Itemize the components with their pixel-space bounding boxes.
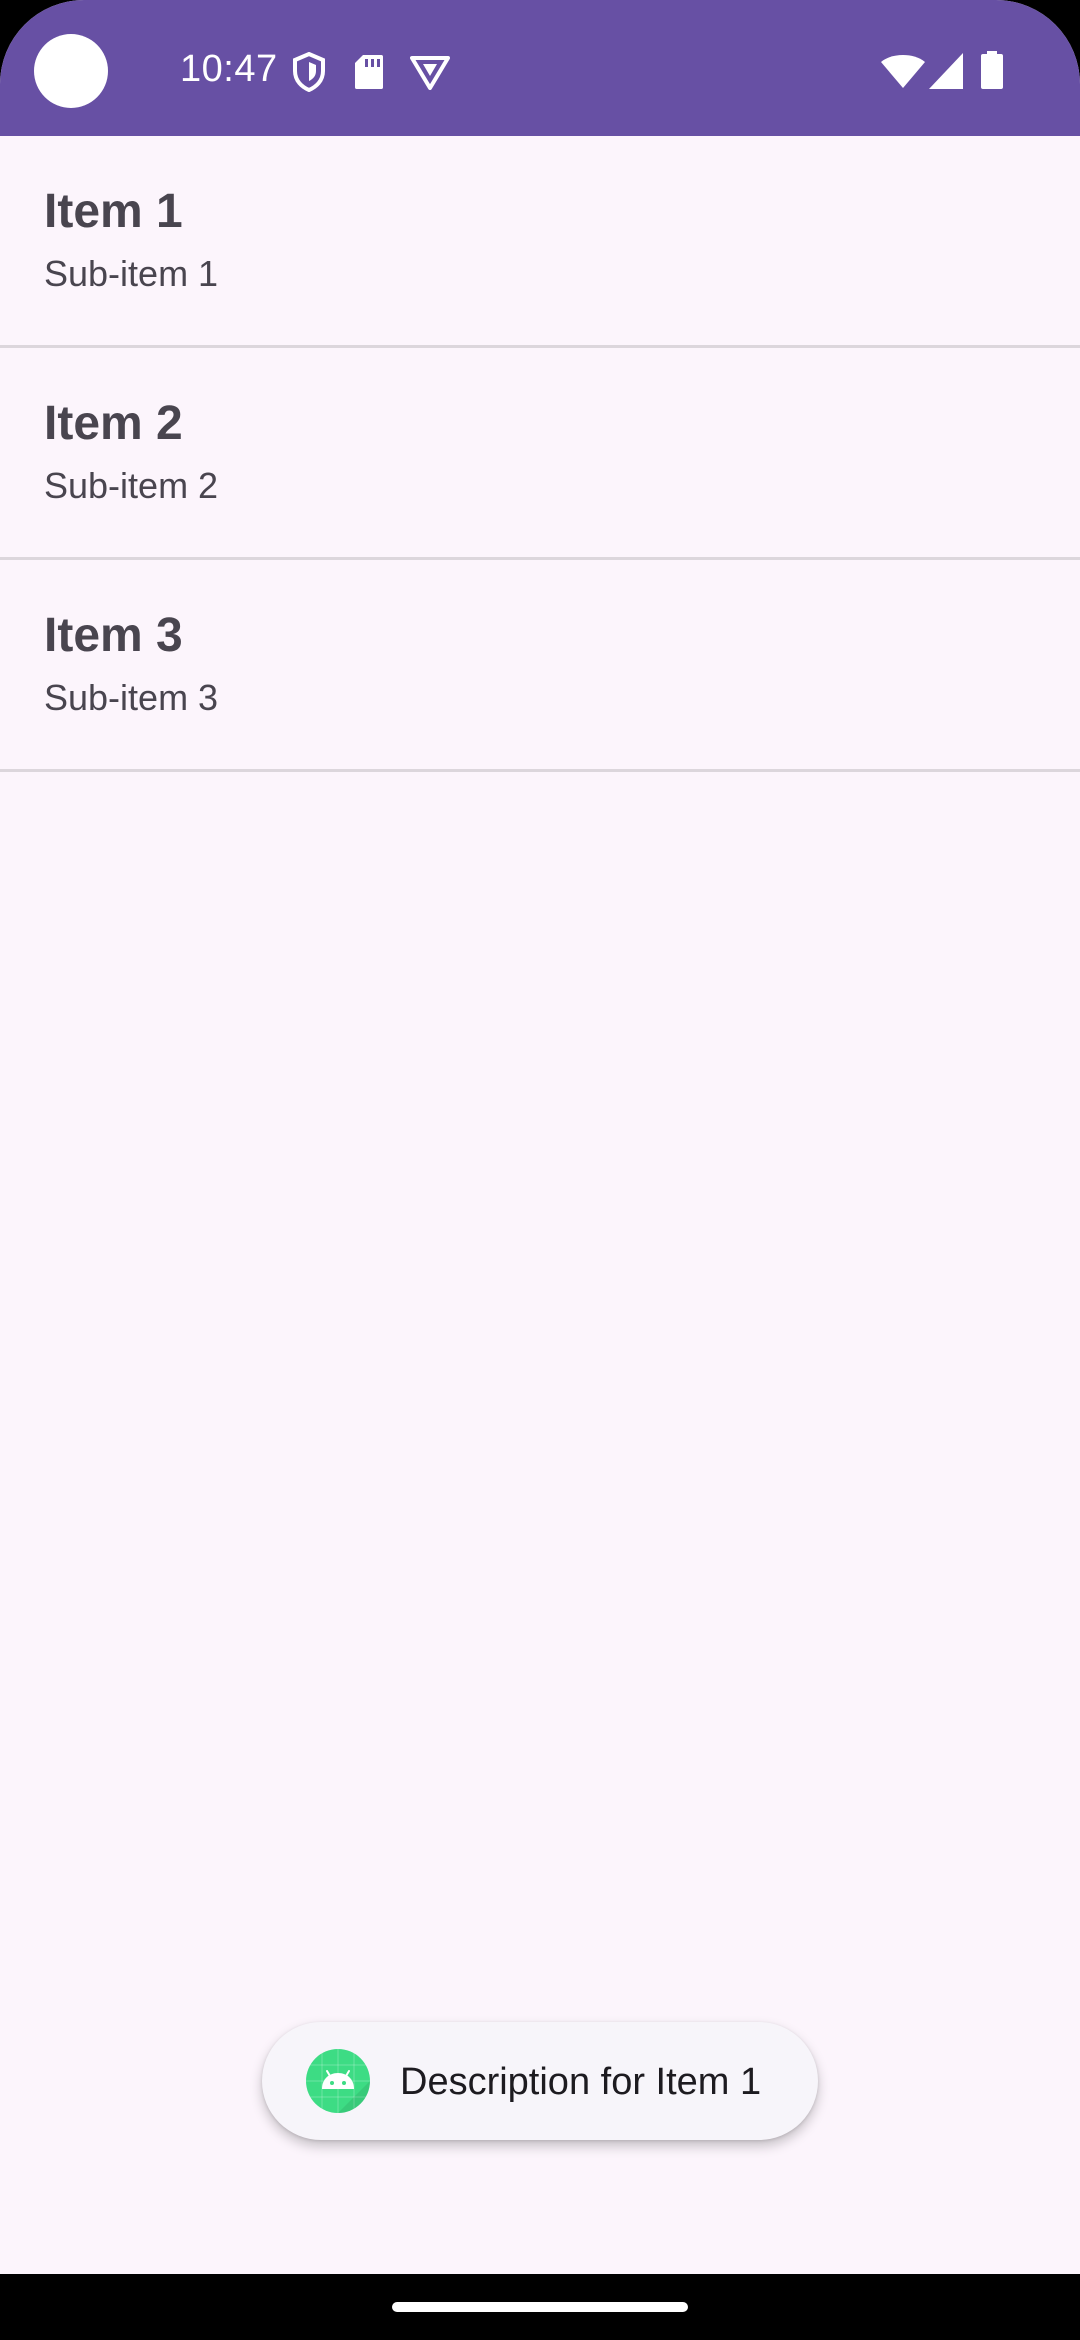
device-screen: 10:47 Item 1 Sub-item 1 Item 2 Sub-item … (0, 0, 1080, 2340)
navigation-bar (0, 2274, 1080, 2340)
vpn-badge-icon (410, 56, 450, 90)
toast-message: Description for Item 1 (262, 2022, 818, 2140)
list-item[interactable]: Item 3 Sub-item 3 (0, 560, 1080, 772)
battery-icon (981, 51, 1003, 89)
item-subtitle: Sub-item 2 (44, 465, 219, 506)
cell-signal-icon (929, 53, 963, 89)
home-indicator[interactable] (392, 2302, 688, 2312)
sd-card-icon (355, 55, 383, 89)
camera-cutout (34, 34, 108, 108)
item-title: Item 2 (44, 397, 183, 450)
list-item[interactable]: Item 1 Sub-item 1 (0, 136, 1080, 348)
item-subtitle: Sub-item 3 (44, 677, 219, 718)
status-time: 10:47 (180, 48, 278, 90)
wifi-icon (881, 55, 925, 88)
item-title: Item 1 (44, 185, 183, 238)
android-app-icon (306, 2049, 370, 2113)
item-subtitle: Sub-item 1 (44, 253, 219, 294)
list-item[interactable]: Item 2 Sub-item 2 (0, 348, 1080, 560)
status-bar: 10:47 (0, 0, 1080, 136)
app-window: 10:47 Item 1 Sub-item 1 Item 2 Sub-item … (0, 0, 1080, 2274)
item-list: Item 1 Sub-item 1 Item 2 Sub-item 2 Item… (0, 136, 1080, 772)
item-title: Item 3 (44, 609, 183, 662)
toast-text: Description for Item 1 (400, 2061, 762, 2103)
privacy-shield-icon (293, 52, 325, 92)
